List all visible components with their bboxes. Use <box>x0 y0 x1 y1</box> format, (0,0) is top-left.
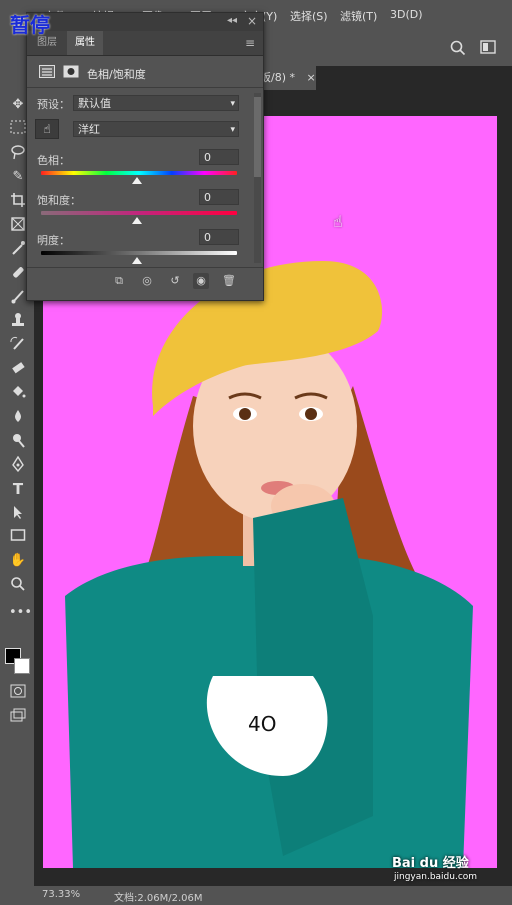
more-tools-icon[interactable]: ••• <box>9 604 32 622</box>
move-tool-icon[interactable]: ✥ <box>9 96 27 114</box>
preset-select-value: 默认值 <box>78 97 111 110</box>
collapse-icon[interactable]: ◂◂ <box>227 15 237 26</box>
hand-cursor-icon: ☝ <box>333 212 343 231</box>
menu-3d[interactable]: 3D(D) <box>390 8 423 21</box>
chevron-down-icon: ▾ <box>230 99 235 109</box>
panel-tabs: 图层 属性 ≡ <box>27 31 263 56</box>
trash-icon[interactable]: 🗑 <box>221 273 237 289</box>
close-icon[interactable]: × <box>247 14 257 28</box>
background-color-swatch[interactable] <box>14 658 30 674</box>
frame-tool-icon[interactable] <box>9 216 27 234</box>
saturation-input[interactable]: 0 <box>199 189 239 205</box>
document-tab-title: 板/8) * <box>260 71 295 84</box>
panel-header-title: 色相/饱和度 <box>87 68 146 81</box>
zoom-tool-icon[interactable] <box>9 576 27 594</box>
panel-scrollbar[interactable] <box>254 93 261 263</box>
lightness-slider-thumb[interactable] <box>132 257 142 264</box>
pen-tool-icon[interactable] <box>9 455 27 474</box>
quick-mask-icon[interactable] <box>9 684 27 702</box>
lightness-slider-track[interactable] <box>41 251 237 255</box>
hue-input[interactable]: 0 <box>199 149 239 165</box>
panel-titlebar[interactable]: ◂◂ × <box>27 13 263 31</box>
preset-select[interactable]: 默认值 ▾ <box>73 95 239 111</box>
dodge-tool-icon[interactable] <box>9 432 27 450</box>
preset-label: 预设： <box>37 98 70 111</box>
healing-brush-tool-icon[interactable] <box>9 264 27 282</box>
paint-bucket-tool-icon[interactable] <box>9 384 27 402</box>
menu-filter[interactable]: 滤镜(T) <box>340 8 377 24</box>
channel-select-value: 洋红 <box>78 123 100 136</box>
lasso-tool-icon[interactable] <box>9 144 27 162</box>
quick-select-tool-icon[interactable]: ✎ <box>9 168 27 186</box>
divider <box>27 267 263 268</box>
path-selection-tool-icon[interactable] <box>9 504 27 522</box>
watermark-brand: Bai du 经验 <box>392 856 469 871</box>
hand-tool-icon[interactable]: ✋ <box>9 552 27 570</box>
properties-panel: ◂◂ × 图层 属性 ≡ 色相/饱和度 预设： 默认值 ▾ ☝ 洋红 ▾ 色相：… <box>26 12 264 301</box>
clone-stamp-tool-icon[interactable] <box>9 312 27 330</box>
watermark-url: jingyan.baidu.com <box>394 872 478 882</box>
eraser-tool-icon[interactable] <box>9 360 27 378</box>
lightness-input[interactable]: 0 <box>199 229 239 245</box>
eyedropper-tool-icon[interactable] <box>9 240 27 258</box>
layer-mask-icon[interactable] <box>63 65 79 78</box>
crop-tool-icon[interactable] <box>9 192 27 210</box>
saturation-slider-thumb[interactable] <box>132 217 142 224</box>
pause-overlay-label: 暂停 <box>10 13 50 37</box>
rectangle-tool-icon[interactable] <box>9 528 27 546</box>
search-icon[interactable] <box>450 40 466 56</box>
divider <box>27 87 263 88</box>
chevron-down-icon: ▾ <box>230 125 235 135</box>
marquee-tool-icon[interactable] <box>9 120 27 138</box>
panel-menu-icon[interactable]: ≡ <box>245 36 255 50</box>
sweater-text: 4O <box>248 712 276 736</box>
blur-tool-icon[interactable] <box>9 408 27 426</box>
view-previous-state-icon[interactable]: ◎ <box>139 273 155 289</box>
zoom-level[interactable]: 73.33% <box>42 889 80 900</box>
targeted-adjustment-hand-icon[interactable]: ☝ <box>35 119 59 139</box>
visibility-eye-icon[interactable]: ◉ <box>193 273 209 289</box>
saturation-slider-track[interactable] <box>41 211 237 215</box>
workspace-icon[interactable] <box>480 40 496 54</box>
screen-mode-icon[interactable] <box>9 708 27 726</box>
history-brush-tool-icon[interactable] <box>9 336 27 354</box>
menu-select[interactable]: 选择(S) <box>290 8 328 24</box>
brush-tool-icon[interactable] <box>9 288 27 306</box>
type-tool-icon[interactable]: T <box>9 480 27 498</box>
saturation-label: 饱和度： <box>37 194 81 207</box>
status-bar: 73.33% 文档:2.06M/2.06M <box>34 886 512 905</box>
hue-slider-track[interactable] <box>41 171 237 175</box>
reset-icon[interactable]: ↺ <box>167 273 183 289</box>
tab-properties[interactable]: 属性 <box>67 31 103 55</box>
channel-select[interactable]: 洋红 ▾ <box>73 121 239 137</box>
doc-size: 文档:2.06M/2.06M <box>114 893 203 904</box>
hue-slider-thumb[interactable] <box>132 177 142 184</box>
lightness-label: 明度： <box>37 234 70 247</box>
panel-scrollbar-thumb[interactable] <box>254 97 261 177</box>
hue-label: 色相： <box>37 154 70 167</box>
adjustment-layer-icon <box>39 65 55 78</box>
close-icon[interactable]: × <box>307 71 316 84</box>
clip-to-layer-icon[interactable]: ⧉ <box>111 273 127 289</box>
